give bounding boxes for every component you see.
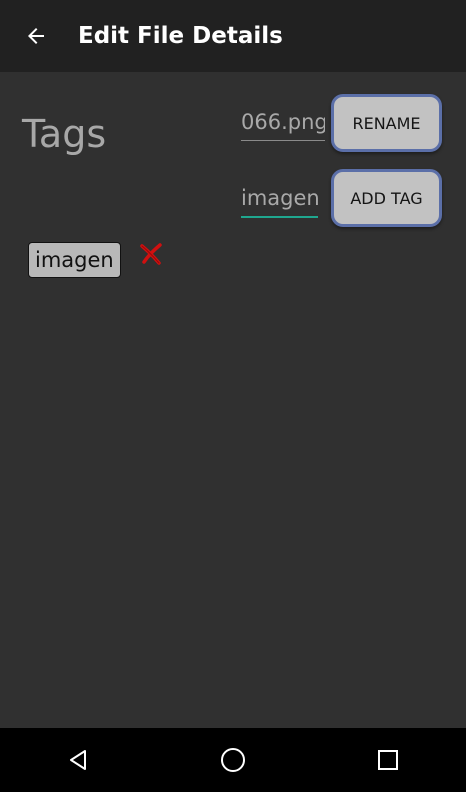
arrow-back-icon [28,28,44,44]
tags-label: Tags [22,112,107,156]
red-x-icon [140,243,162,265]
back-button[interactable] [8,8,64,64]
app-bar: Edit File Details [0,0,466,72]
filename-value: 066.png [241,110,325,134]
tag-chip[interactable]: imagen [28,242,121,278]
rename-button[interactable]: RENAME [331,94,442,152]
nav-back-button[interactable] [48,730,108,790]
add-tag-button[interactable]: ADD TAG [331,169,442,227]
system-nav-bar [0,728,466,792]
nav-recents-button[interactable] [358,730,418,790]
page-title: Edit File Details [78,23,283,49]
tag-input[interactable]: imagen [241,184,318,218]
remove-tag-button[interactable] [139,242,163,266]
recents-square-icon [378,750,399,770]
nav-home-button[interactable] [203,730,263,790]
filename-field[interactable]: 066.png [241,110,325,141]
back-triangle-icon [69,750,86,770]
home-circle-icon [220,748,245,772]
tag-chip-label: imagen [35,248,114,272]
tag-input-value: imagen [241,186,318,210]
edit-file-content: Tags 066.png RENAME imagen ADD TAG image… [0,72,466,728]
